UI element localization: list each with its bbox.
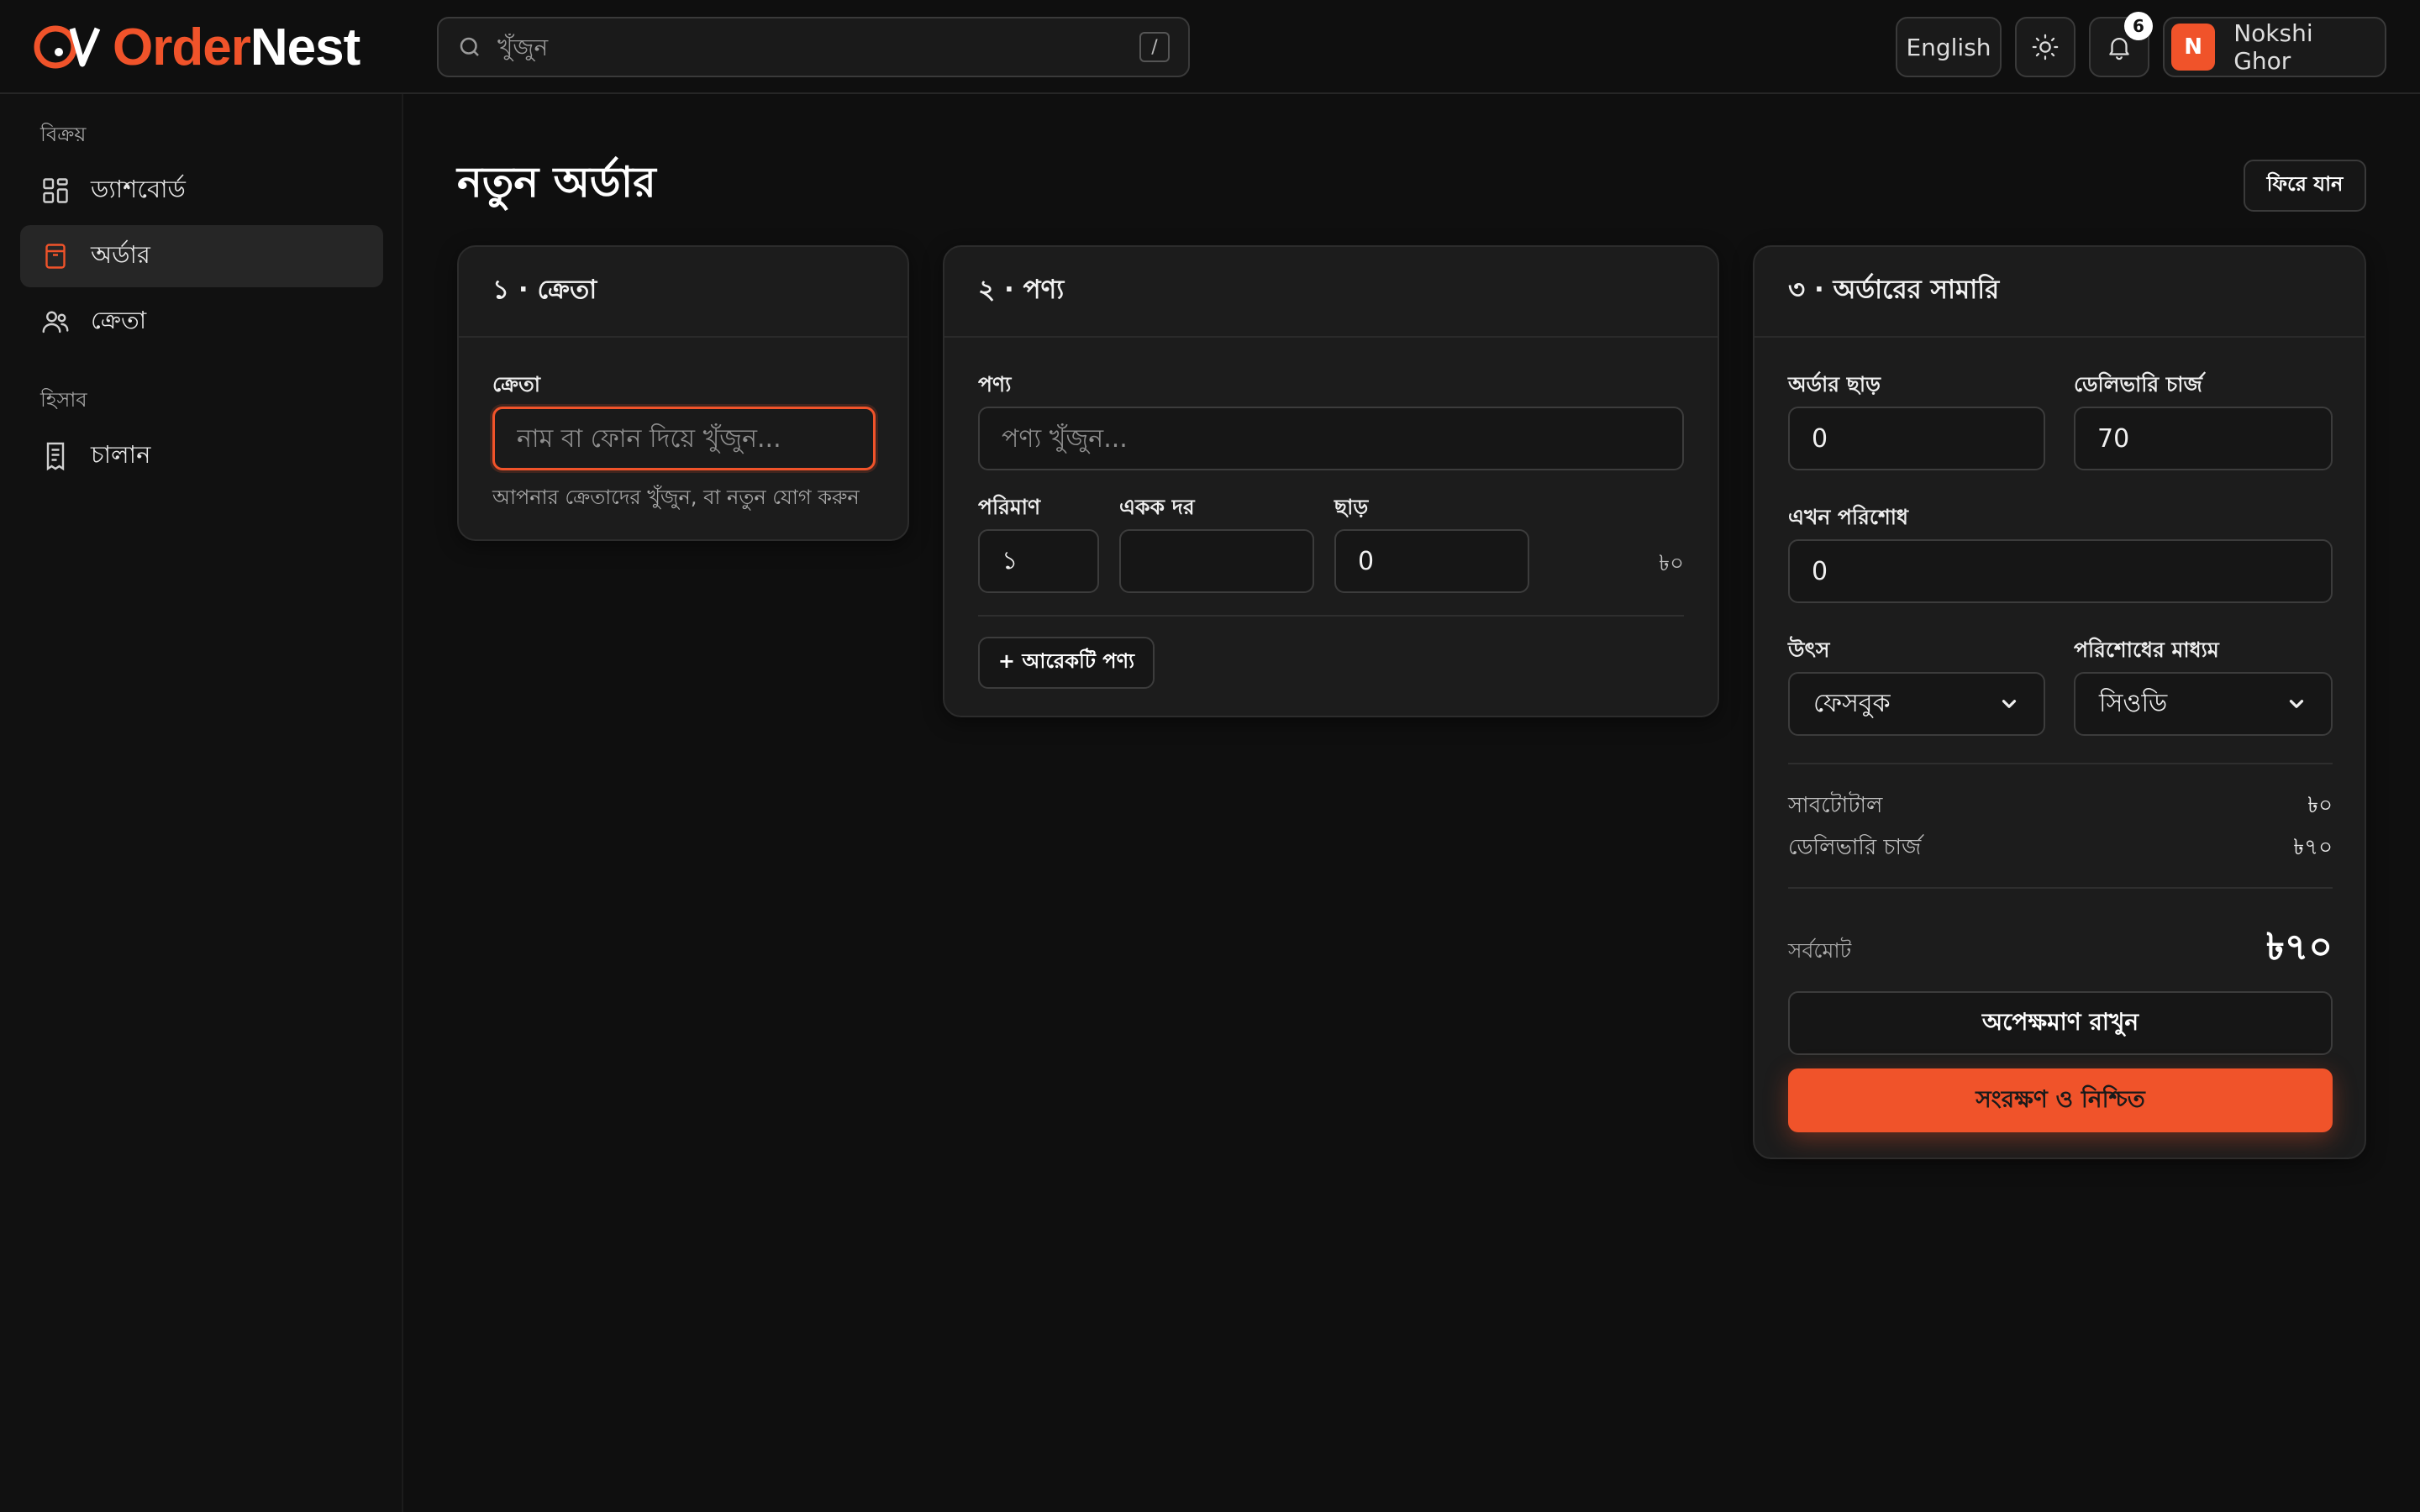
sidebar-item-label: ক্রেতা	[91, 305, 147, 334]
delivery-charge-label: ডেলিভারি চার্জ	[2074, 372, 2202, 396]
customer-card-heading: ১ · ক্রেতা	[459, 247, 908, 338]
source-label: উৎস	[1788, 638, 1830, 662]
top-header: OrderNest / English 6 N Nokshi Ghor	[0, 0, 2420, 94]
source-selected-value: ফেসবুক	[1813, 688, 1891, 718]
language-toggle-button[interactable]: English	[1896, 17, 2002, 77]
dashboard-grid-icon	[43, 178, 68, 203]
search-input[interactable]	[497, 33, 1139, 61]
line-discount-label: ছাড়	[1334, 495, 1369, 519]
pay-now-input[interactable]	[1788, 539, 2333, 603]
receipt-icon	[46, 442, 65, 471]
divider	[1788, 887, 2333, 889]
sidebar-section-accounts: হিসাব	[40, 388, 87, 412]
sidebar-item-invoices[interactable]: চালান	[20, 425, 383, 487]
payment-method-select[interactable]: সিওডি	[2074, 672, 2333, 736]
payment-method-label: পরিশোধের মাধ্যম	[2074, 638, 2219, 662]
grand-total-value: ৳৭০	[2265, 926, 2333, 969]
product-field-label: পণ্য	[978, 372, 1012, 396]
user-menu-button[interactable]: N Nokshi Ghor	[2163, 17, 2386, 77]
chevron-down-icon	[2002, 700, 2017, 708]
quantity-label: পরিমাণ	[978, 495, 1041, 519]
customer-field-hint: আপনার ক্রেতাদের খুঁজুন, বা নতুন যোগ করুন	[492, 486, 860, 509]
app-name: OrderNest	[113, 18, 360, 76]
sidebar-section-sales: বিক্রয়	[40, 123, 87, 146]
order-summary-card: ৩ · অর্ডারের সামারি অর্ডার ছাড় ডেলিভারি…	[1753, 245, 2366, 1159]
theme-toggle-button[interactable]	[2015, 17, 2075, 77]
products-card: ২ · পণ্য পণ্য পরিমাণ একক দর ছাড় ৳০ + আর…	[943, 245, 1719, 717]
sidebar: বিক্রয় ড্যাশবোর্ড অর্ডার ক্রেতা হিসাব চ…	[0, 94, 403, 1512]
back-button[interactable]: ফিরে যান	[2244, 160, 2366, 212]
products-card-heading: ২ · পণ্য	[944, 247, 1718, 338]
divider	[1788, 763, 2333, 764]
order-box-icon	[45, 244, 66, 269]
payment-method-selected-value: সিওডি	[2099, 688, 2168, 718]
sidebar-item-label: চালান	[91, 439, 151, 469]
product-search-input[interactable]	[978, 407, 1684, 470]
subtotal-value: ৳০	[2307, 793, 2333, 818]
order-discount-input[interactable]	[1788, 407, 2045, 470]
line-total: ৳০	[1659, 551, 1684, 576]
users-icon	[42, 311, 69, 333]
global-search[interactable]: /	[437, 17, 1190, 77]
search-shortcut-key: /	[1139, 32, 1170, 62]
pay-now-label: এখন পরিশোধ	[1788, 505, 1909, 529]
delivery-summary-value: ৳৭০	[2293, 835, 2333, 860]
line-discount-input[interactable]	[1334, 529, 1529, 593]
add-product-button[interactable]: + আরেকটি পণ্য	[978, 637, 1155, 689]
order-discount-label: অর্ডার ছাড়	[1788, 372, 1881, 396]
quantity-input[interactable]	[978, 529, 1099, 593]
unit-price-input[interactable]	[1119, 529, 1314, 593]
sidebar-item-customers[interactable]: ক্রেতা	[20, 291, 383, 353]
customer-search-input[interactable]	[492, 407, 876, 470]
hold-order-button[interactable]: অপেক্ষমাণ রাখুন	[1788, 991, 2333, 1055]
sidebar-item-label: ড্যাশবোর্ড	[91, 174, 186, 203]
logo-mark-icon	[34, 25, 101, 69]
delivery-summary-label: ডেলিভারি চার্জ	[1788, 835, 1922, 860]
avatar: N	[2171, 24, 2216, 71]
grand-total-label: সর্বমোট	[1788, 938, 1852, 963]
source-select[interactable]: ফেসবুক	[1788, 672, 2045, 736]
chevron-down-icon	[2289, 700, 2304, 708]
search-icon	[460, 37, 479, 56]
subtotal-label: সাবটোটাল	[1788, 793, 1883, 818]
app-logo[interactable]: OrderNest	[34, 15, 360, 79]
sidebar-item-orders[interactable]: অর্ডার	[20, 225, 383, 287]
user-name: Nokshi Ghor	[2233, 19, 2313, 75]
page-title: নতুন অর্ডার	[457, 158, 656, 207]
delivery-charge-input[interactable]	[2074, 407, 2333, 470]
summary-card-heading: ৩ · অর্ডারের সামারি	[1754, 247, 2365, 338]
save-confirm-button[interactable]: সংরক্ষণ ও নিশ্চিত	[1788, 1068, 2333, 1132]
sun-icon	[2032, 34, 2059, 60]
divider	[978, 615, 1684, 617]
customer-card: ১ · ক্রেতা ক্রেতা আপনার ক্রেতাদের খুঁজুন…	[457, 245, 909, 541]
sidebar-item-dashboard[interactable]: ড্যাশবোর্ড	[20, 160, 383, 222]
notifications-button[interactable]: 6	[2089, 12, 2153, 77]
notification-count-badge: 6	[2124, 12, 2153, 40]
sidebar-item-label: অর্ডার	[91, 239, 150, 269]
unit-price-label: একক দর	[1119, 495, 1195, 519]
customer-field-label: ক্রেতা	[492, 372, 541, 396]
